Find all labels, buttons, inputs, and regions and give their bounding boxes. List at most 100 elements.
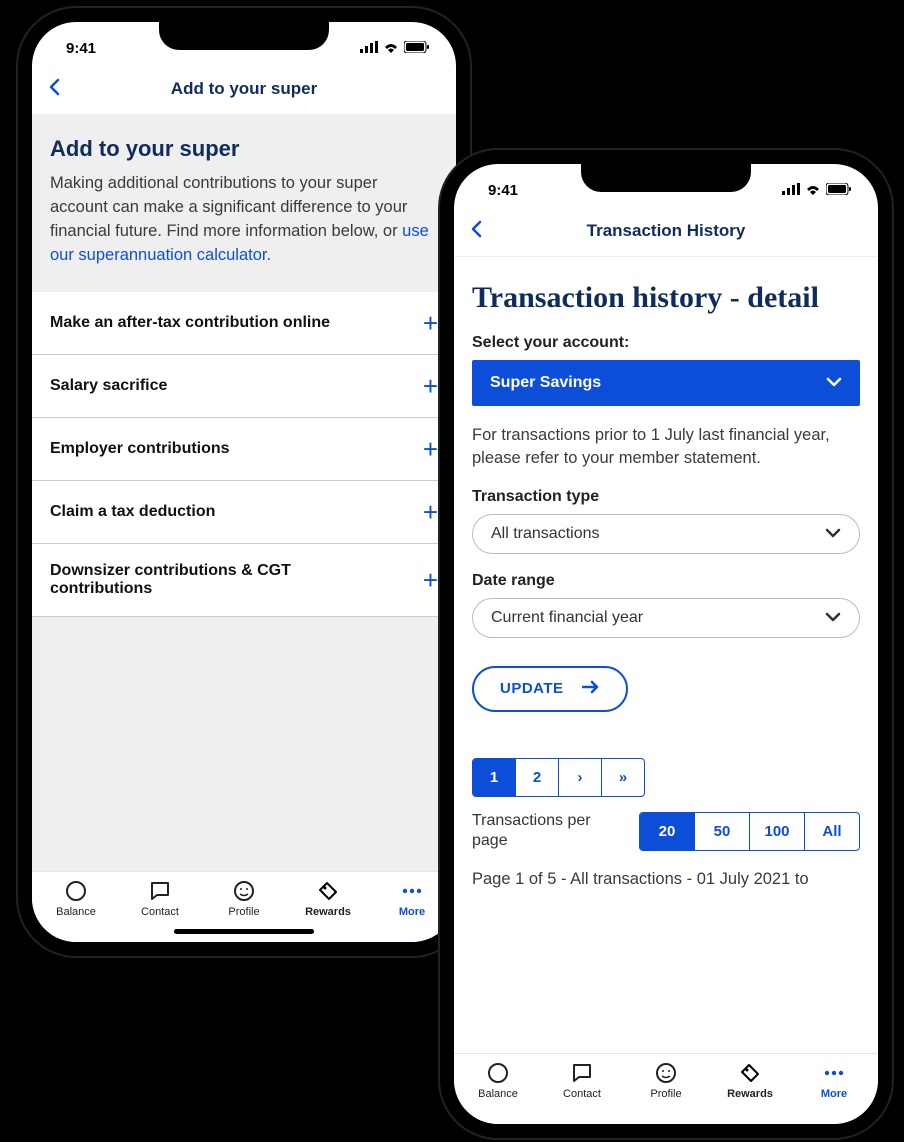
accordion-after-tax[interactable]: Make an after-tax contribution online +: [32, 292, 456, 355]
empty-fill: [32, 617, 456, 871]
pager-group: 1 2 › »: [472, 758, 645, 797]
perpage-100[interactable]: 100: [750, 813, 805, 850]
intro-heading: Add to your super: [50, 136, 438, 162]
tag-icon: [317, 880, 339, 902]
accordion-label: Claim a tax deduction: [50, 503, 215, 521]
home-indicator: [174, 929, 314, 934]
update-label: UPDATE: [500, 680, 564, 697]
account-select-label: Select your account:: [472, 334, 860, 352]
page-title: Transaction History: [454, 221, 878, 241]
helper-text: For transactions prior to 1 July last fi…: [472, 424, 860, 470]
page-summary: Page 1 of 5 - All transactions - 01 July…: [472, 870, 860, 889]
circle-icon: [65, 880, 87, 902]
status-icons: [360, 40, 430, 57]
perpage-20[interactable]: 20: [640, 813, 695, 850]
pager-next[interactable]: ›: [559, 759, 602, 796]
per-page-label: Transactions per page: [472, 811, 622, 853]
status-time: 9:41: [488, 182, 518, 199]
phone-mockup-left: 9:41 Add to your super Add to your super…: [18, 8, 470, 956]
plus-icon: +: [423, 499, 438, 525]
content-area: Transaction history - detail Select your…: [454, 257, 878, 1053]
tab-label: More: [821, 1088, 847, 1100]
accordion-salary-sacrifice[interactable]: Salary sacrifice +: [32, 355, 456, 418]
accordion-tax-deduction[interactable]: Claim a tax deduction +: [32, 481, 456, 544]
pager-last[interactable]: »: [602, 759, 644, 796]
per-page-group: 20 50 100 All: [639, 812, 860, 851]
tab-label: Balance: [56, 906, 96, 918]
back-button[interactable]: [48, 76, 72, 102]
wifi-icon: [805, 182, 821, 199]
chevron-down-icon: [826, 374, 842, 392]
tab-label: Profile: [650, 1088, 681, 1100]
accordion-label: Salary sacrifice: [50, 377, 167, 395]
update-button[interactable]: UPDATE: [472, 666, 628, 712]
perpage-all[interactable]: All: [805, 813, 859, 850]
tab-more[interactable]: More: [798, 1062, 870, 1100]
page-title: Add to your super: [32, 79, 456, 99]
battery-icon: [404, 40, 430, 57]
tab-rewards[interactable]: Rewards: [292, 880, 364, 918]
face-icon: [233, 880, 255, 902]
tab-label: Balance: [478, 1088, 518, 1100]
device-notch: [581, 164, 751, 192]
accordion-label: Employer contributions: [50, 440, 230, 458]
signal-icon: [782, 182, 800, 199]
back-button[interactable]: [470, 218, 494, 244]
status-icons: [782, 182, 852, 199]
tab-balance[interactable]: Balance: [462, 1062, 534, 1100]
circle-icon: [487, 1062, 509, 1084]
chat-icon: [149, 880, 171, 902]
account-selected-value: Super Savings: [490, 374, 601, 392]
txn-type-select[interactable]: All transactions: [472, 514, 860, 554]
accordion-label: Downsizer contributions & CGT contributi…: [50, 562, 370, 598]
dots-icon: [401, 880, 423, 902]
date-range-select[interactable]: Current financial year: [472, 598, 860, 638]
account-select[interactable]: Super Savings: [472, 360, 860, 406]
phone-mockup-right: 9:41 Transaction History Transaction his…: [440, 150, 892, 1138]
tab-label: Rewards: [727, 1088, 773, 1100]
accordion-label: Make an after-tax contribution online: [50, 314, 330, 332]
tag-icon: [739, 1062, 761, 1084]
accordion-employer[interactable]: Employer contributions +: [32, 418, 456, 481]
device-notch: [159, 22, 329, 50]
face-icon: [655, 1062, 677, 1084]
nav-header: Transaction History: [454, 208, 878, 257]
date-range-label: Date range: [472, 572, 860, 590]
plus-icon: +: [423, 436, 438, 462]
perpage-50[interactable]: 50: [695, 813, 750, 850]
tab-rewards[interactable]: Rewards: [714, 1062, 786, 1100]
status-time: 9:41: [66, 40, 96, 57]
txn-type-value: All transactions: [491, 525, 600, 543]
tab-profile[interactable]: Profile: [630, 1062, 702, 1100]
dots-icon: [823, 1062, 845, 1084]
tab-contact[interactable]: Contact: [124, 880, 196, 918]
intro-block: Add to your super Making additional cont…: [32, 114, 456, 292]
accordion-downsizer[interactable]: Downsizer contributions & CGT contributi…: [32, 544, 456, 617]
tab-label: Profile: [228, 906, 259, 918]
chat-icon: [571, 1062, 593, 1084]
arrow-right-icon: [582, 680, 600, 698]
tab-profile[interactable]: Profile: [208, 880, 280, 918]
pager-page-2[interactable]: 2: [516, 759, 559, 796]
tab-label: More: [399, 906, 425, 918]
tab-label: Contact: [563, 1088, 601, 1100]
nav-header: Add to your super: [32, 66, 456, 114]
chevron-down-icon: [825, 525, 841, 543]
per-page-row: Transactions per page 20 50 100 All: [472, 811, 860, 853]
plus-icon: +: [423, 567, 438, 593]
tab-contact[interactable]: Contact: [546, 1062, 618, 1100]
tab-label: Rewards: [305, 906, 351, 918]
tab-bar: Balance Contact Profile Rewards More: [454, 1053, 878, 1124]
detail-heading: Transaction history - detail: [472, 281, 860, 316]
tab-more[interactable]: More: [376, 880, 448, 918]
date-range-value: Current financial year: [491, 609, 643, 627]
signal-icon: [360, 40, 378, 57]
tab-balance[interactable]: Balance: [40, 880, 112, 918]
plus-icon: +: [423, 373, 438, 399]
tab-label: Contact: [141, 906, 179, 918]
plus-icon: +: [423, 310, 438, 336]
pager-page-1[interactable]: 1: [473, 759, 516, 796]
txn-type-label: Transaction type: [472, 488, 860, 506]
intro-paragraph: Making additional contributions to your …: [50, 172, 438, 268]
chevron-down-icon: [825, 609, 841, 627]
